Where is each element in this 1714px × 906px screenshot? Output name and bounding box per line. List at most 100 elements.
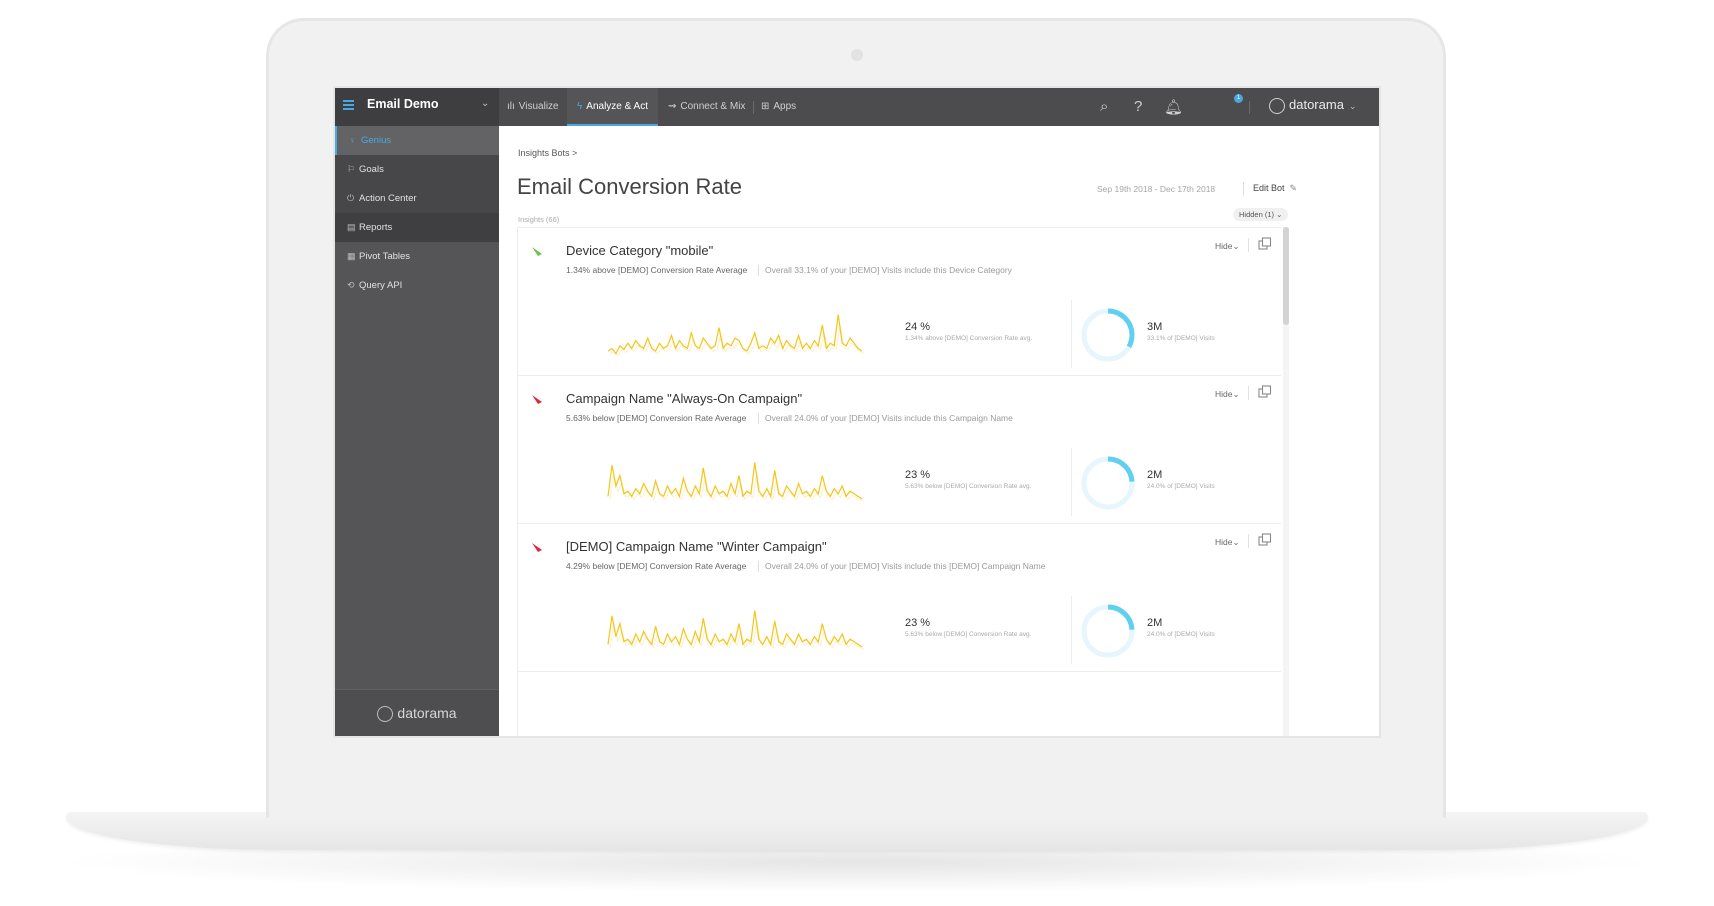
- page-title: Email Conversion Rate: [517, 174, 742, 199]
- power-icon: ⏻: [347, 193, 355, 203]
- copy-icon[interactable]: [1258, 533, 1272, 547]
- insight-card: Device Category "mobile" 1.34% above [DE…: [517, 227, 1281, 389]
- insight-subtitle: 5.63% below [DEMO] Conversion Rate Avera…: [566, 413, 747, 423]
- bell-icon[interactable]: 🔔︎: [1164, 98, 1183, 116]
- hidden-filter-button[interactable]: Hidden (1) ⌄: [1233, 208, 1289, 221]
- sidebar-item-action-center[interactable]: ⏻ Action Center: [335, 184, 499, 213]
- insights-count: Insights (66): [518, 215, 560, 224]
- report-icon: ▤: [347, 222, 356, 232]
- workspace-name: Email Demo: [367, 97, 439, 111]
- donut-value: 2M: [1147, 469, 1163, 481]
- trend-down-icon: [532, 543, 542, 552]
- insight-title[interactable]: [DEMO] Campaign Name "Winter Campaign": [566, 539, 827, 554]
- insight-card: [DEMO] Campaign Name "Winter Campaign" 4…: [517, 523, 1281, 685]
- insight-subtitle: 4.29% below [DEMO] Conversion Rate Avera…: [566, 561, 747, 571]
- divider: [1248, 238, 1249, 252]
- tab-connect-mix[interactable]: ⇝ Connect & Mix: [668, 88, 745, 126]
- insight-card: [517, 671, 1281, 736]
- nav-divider: [1249, 101, 1250, 114]
- sidebar-item-reports[interactable]: ▤ Reports: [335, 213, 499, 242]
- donut-caption: 24.0% of [DEMO] Visits: [1147, 483, 1215, 490]
- metric-value: 24 %: [905, 321, 931, 333]
- notification-badge: 1: [1234, 94, 1243, 103]
- chevron-down-icon: ⌄: [1348, 101, 1357, 111]
- insight-card: Campaign Name "Always-On Campaign" 5.63%…: [517, 375, 1281, 537]
- donut-value: 2M: [1147, 617, 1163, 629]
- divider: [758, 561, 759, 572]
- bulb-icon: ♀: [349, 135, 356, 145]
- divider: [758, 265, 759, 276]
- sidebar-item-genius[interactable]: ♀ Genius: [335, 126, 499, 155]
- divider: [1248, 386, 1249, 400]
- flag-icon: ⚐: [347, 164, 356, 174]
- chevron-down-icon[interactable]: ⌄: [481, 98, 489, 109]
- workspace-selector[interactable]: Email Demo ⌄: [335, 88, 499, 126]
- insight-title[interactable]: Device Category "mobile": [566, 243, 713, 258]
- grid-icon: ⊞: [761, 101, 770, 112]
- refresh-icon: ⟲: [347, 280, 355, 290]
- hide-button[interactable]: Hide⌄: [1215, 537, 1240, 548]
- sparkline-series: [607, 610, 863, 648]
- insight-title[interactable]: Campaign Name "Always-On Campaign": [566, 391, 802, 406]
- hide-button[interactable]: Hide⌄: [1215, 389, 1240, 400]
- hide-button[interactable]: Hide⌄: [1215, 241, 1240, 252]
- metric-caption: 1.34% above [DEMO] Conversion Rate avg.: [905, 335, 1033, 342]
- metric-value: 23 %: [905, 617, 931, 629]
- screen: Email Demo ⌄ ılı Visualize ϟ Analyze & Act…: [333, 86, 1381, 738]
- lightning-icon: ϟ: [577, 101, 583, 112]
- metric-caption: 5.63% below [DEMO] Conversion Rate avg.: [905, 483, 1032, 490]
- sparkline-series: [607, 462, 863, 500]
- divider: [1248, 534, 1249, 548]
- sidebar-item-goals[interactable]: ⚐ Goals: [335, 155, 499, 184]
- visits-donut: [1081, 604, 1135, 658]
- trend-down-icon: [532, 395, 542, 404]
- metric-caption: 5.63% below [DEMO] Conversion Rate avg.: [905, 631, 1032, 638]
- account-menu[interactable]: datorama ⌄: [1269, 97, 1356, 114]
- tab-visualize[interactable]: ılı Visualize: [507, 88, 559, 126]
- sparkline-series: [607, 314, 863, 355]
- copy-icon[interactable]: [1258, 385, 1272, 399]
- datorama-logo-icon: [377, 706, 394, 723]
- bar-chart-icon: ılı: [507, 101, 515, 112]
- divider: [1071, 596, 1072, 664]
- connect-icon: ⇝: [668, 101, 677, 112]
- copy-icon[interactable]: [1258, 237, 1272, 251]
- conversion-sparkline: [607, 462, 865, 502]
- pencil-icon: ✎: [1289, 183, 1298, 193]
- visits-donut: [1081, 308, 1135, 362]
- tab-analyze-act[interactable]: ϟ Analyze & Act: [567, 88, 658, 126]
- sidebar-item-query-api[interactable]: ⟲ Query API: [335, 271, 499, 300]
- divider: [758, 413, 759, 424]
- tab-apps[interactable]: ⊞ Apps: [761, 88, 796, 126]
- divider: [1243, 182, 1244, 196]
- sidebar-item-pivot-tables[interactable]: ▦ Pivot Tables: [335, 242, 499, 271]
- camera: [851, 49, 863, 61]
- trend-up-icon: [532, 247, 542, 256]
- divider: [1071, 448, 1072, 516]
- top-navigation-bar: Email Demo ⌄ ılı Visualize ϟ Analyze & Act…: [335, 88, 1379, 126]
- donut-caption: 24.0% of [DEMO] Visits: [1147, 631, 1215, 638]
- conversion-sparkline: [607, 314, 865, 357]
- nav-divider: [753, 101, 754, 114]
- insight-overall: Overall 24.0% of your [DEMO] Visits incl…: [765, 413, 1013, 423]
- main-content: Insights Bots > Email Conversion Rate Se…: [499, 126, 1379, 736]
- visits-donut: [1081, 456, 1135, 510]
- donut-caption: 33.1% of [DEMO] Visits: [1147, 335, 1215, 342]
- sidebar-footer-logo: datorama: [335, 689, 499, 736]
- datorama-logo-icon: [1269, 97, 1285, 114]
- edit-bot-button[interactable]: Edit Bot ✎: [1253, 183, 1297, 194]
- divider: [1071, 300, 1072, 368]
- search-icon[interactable]: ⌕: [1100, 98, 1108, 115]
- insight-overall: Overall 33.1% of your [DEMO] Visits incl…: [765, 265, 1012, 275]
- scrollbar-thumb[interactable]: [1283, 227, 1289, 325]
- donut-value: 3M: [1147, 321, 1163, 333]
- help-icon[interactable]: ?: [1134, 98, 1142, 115]
- table-icon: ▦: [347, 251, 356, 261]
- insight-overall: Overall 24.0% of your [DEMO] Visits incl…: [765, 561, 1046, 571]
- hamburger-menu-icon[interactable]: [343, 100, 355, 112]
- date-range[interactable]: Sep 19th 2018 - Dec 17th 2018: [1097, 184, 1215, 194]
- metric-value: 23 %: [905, 469, 931, 481]
- insight-card-list: Device Category "mobile" 1.34% above [DE…: [517, 227, 1281, 736]
- breadcrumb[interactable]: Insights Bots >: [518, 148, 577, 158]
- conversion-sparkline: [607, 610, 865, 650]
